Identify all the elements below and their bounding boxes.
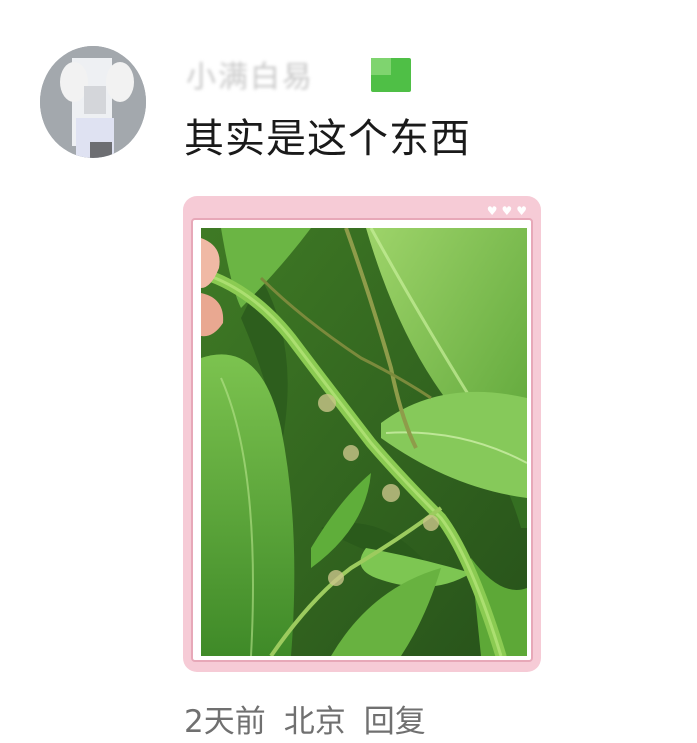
photo-frame[interactable]: ♥ ♥ ♥ xyxy=(183,196,541,672)
comment-text: 其实是这个东西 xyxy=(184,116,471,162)
bamboo-photo[interactable] xyxy=(201,228,527,656)
heart-icon: ♥ xyxy=(486,204,498,218)
username[interactable]: 小满白易 xyxy=(186,52,314,96)
avatar-pixel-block xyxy=(90,142,112,158)
comment-meta: 2天前 北京 回复 xyxy=(184,696,426,741)
level-badge-icon xyxy=(371,58,411,92)
comment-time: 2天前 xyxy=(184,704,266,740)
reply-button[interactable]: 回复 xyxy=(364,696,426,741)
heart-icon: ♥ xyxy=(516,204,527,218)
avatar-ear-right xyxy=(106,62,134,102)
heart-icon: ♥ xyxy=(501,204,513,218)
comment-location: 北京 xyxy=(283,704,346,740)
photo-border xyxy=(191,218,533,662)
frame-hearts: ♥ ♥ ♥ xyxy=(487,204,527,218)
avatar-pixel-block xyxy=(84,86,106,114)
comment-item: 小满白易 其实是这个东西 ♥ ♥ ♥ 2天前 北京 回复 xyxy=(0,0,697,743)
avatar[interactable] xyxy=(40,46,146,158)
bamboo-illustration xyxy=(201,228,527,656)
